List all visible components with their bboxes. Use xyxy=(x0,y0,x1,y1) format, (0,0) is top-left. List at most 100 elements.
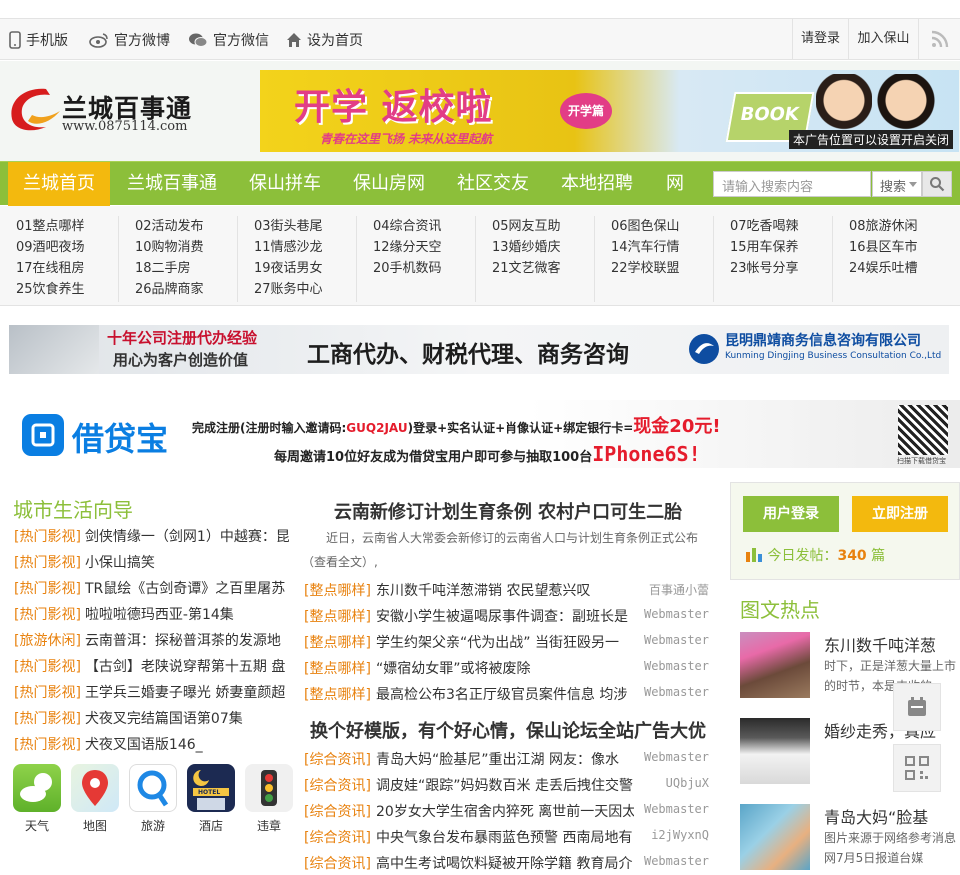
guide-list-item[interactable]: [热门影视] 犬夜叉国语版146_ xyxy=(14,734,289,754)
category-link[interactable]: 19夜话男女 xyxy=(254,258,323,279)
category-link[interactable]: 18二手房 xyxy=(135,258,191,279)
guide-tag[interactable]: [热门影视] xyxy=(14,529,81,545)
category-link[interactable]: 23帐号分享 xyxy=(730,258,799,279)
ad-toggle-note[interactable]: 本广告位置可以设置开启关闭 xyxy=(788,130,953,149)
guide-list-item[interactable]: [热门影视] 小保山搞笑 xyxy=(14,552,289,572)
news-author[interactable]: Webmaster xyxy=(644,633,709,647)
news-title[interactable]: 20岁女大学生宿舍内猝死 离世前一天因太 xyxy=(376,801,634,821)
back-to-school-ad[interactable]: 开学 返校啦 开学篇 青春在这里飞扬 未来从这里起航 BOOK 本广告位置可以设… xyxy=(260,70,959,152)
news-author[interactable]: Webmaster xyxy=(644,659,709,673)
news-author[interactable]: Webmaster xyxy=(644,750,709,764)
category-link[interactable]: 10购物消费 xyxy=(135,237,204,258)
category-link[interactable]: 27账务中心 xyxy=(254,279,323,300)
nav-more[interactable]: 网 xyxy=(655,162,695,206)
guide-list-item[interactable]: [热门影视] 啦啦啦德玛西亚-第14集 xyxy=(14,604,289,624)
news-title[interactable]: 调皮娃“跟踪”妈妈数百米 走丢后拽住交警 xyxy=(376,775,634,795)
guide-tag[interactable]: [热门影视] xyxy=(14,607,81,623)
guide-tag[interactable]: [热门影视] xyxy=(14,711,81,727)
category-link[interactable]: 25饮食养生 xyxy=(16,279,85,300)
news-tag[interactable]: [综合资讯] xyxy=(304,752,371,768)
search-type-select[interactable]: 搜索 xyxy=(872,171,922,197)
app-travel[interactable]: 旅游 xyxy=(129,764,177,834)
nav-baishitong[interactable]: 兰城百事通 xyxy=(113,162,231,206)
news-row[interactable]: [综合资讯] 中央气象台发布暴雨蓝色预警 西南局地有 i2jWyxnQ xyxy=(304,827,709,849)
news-row[interactable]: [整点哪样] 东川数千吨洋葱滞销 农民望惹兴叹 百事通小蕾 xyxy=(304,580,709,602)
category-link[interactable]: 24娱乐吐槽 xyxy=(849,258,918,279)
news-author[interactable]: 百事通小蕾 xyxy=(649,581,709,598)
site-logo[interactable]: 兰城百事通 www.0875114.com xyxy=(6,81,196,141)
jiedaibao-ad[interactable]: 借贷宝 完成注册(注册时输入邀请码:GUQ2JAU)登录+实名认证+肖像认证+绑… xyxy=(0,400,960,468)
news-author[interactable]: Webmaster xyxy=(644,607,709,621)
guide-list-item[interactable]: [热门影视] 剑侠情缘一（剑网1）中越赛：昆 xyxy=(14,526,289,546)
category-link[interactable]: 06图色保山 xyxy=(611,216,680,237)
headline-1[interactable]: 云南新修订计划生育条例 农村户口可生二胎 xyxy=(298,498,718,524)
news-tag[interactable]: [整点哪样] xyxy=(304,609,371,625)
category-link[interactable]: 01整点哪样 xyxy=(16,216,85,237)
guide-tag[interactable]: [旅游休闲] xyxy=(14,633,81,649)
app-weather[interactable]: 天气 xyxy=(13,764,61,834)
news-tag[interactable]: [整点哪样] xyxy=(304,687,371,703)
category-link[interactable]: 15用车保养 xyxy=(730,237,799,258)
guide-list-item[interactable]: [旅游休闲] 云南普洱：探秘普洱茶的发源地 xyxy=(14,630,289,650)
guide-tag[interactable]: [热门影视] xyxy=(14,737,81,753)
category-link[interactable]: 07吃香喝辣 xyxy=(730,216,799,237)
news-row[interactable]: [整点哪样] 最高检公布3名正厅级官员案件信息 均涉 Webmaster xyxy=(304,684,709,706)
guide-title[interactable]: 小保山搞笑 xyxy=(85,555,155,571)
news-title[interactable]: 学生约架父亲“代为出战” 当街狂殴另一 xyxy=(376,632,634,652)
category-link[interactable]: 09酒吧夜场 xyxy=(16,237,85,258)
join-link[interactable]: 加入保山 xyxy=(848,19,918,59)
news-tag[interactable]: [整点哪样] xyxy=(304,635,371,651)
business-consulting-ad[interactable]: 十年公司注册代办经验 用心为客户创造价值 工商代办、财税代理、商务咨询 昆明鼎靖… xyxy=(9,325,949,374)
login-link[interactable]: 请登录 xyxy=(792,19,848,59)
mobile-link[interactable]: 手机版 xyxy=(9,30,68,50)
category-link[interactable]: 12缘分天空 xyxy=(373,237,442,258)
news-title[interactable]: 青岛大妈“脸基尼”重出江湖 网友：像水 xyxy=(376,749,634,769)
category-link[interactable]: 26品牌商家 xyxy=(135,279,204,300)
news-row[interactable]: [综合资讯] 20岁女大学生宿舍内猝死 离世前一天因太 Webmaster xyxy=(304,801,709,823)
news-row[interactable]: [综合资讯] 调皮娃“跟踪”妈妈数百米 走丢后拽住交警 UQbjuX xyxy=(304,775,709,797)
category-link[interactable]: 20手机数码 xyxy=(373,258,442,279)
category-link[interactable]: 02活动发布 xyxy=(135,216,204,237)
news-title[interactable]: 最高检公布3名正厅级官员案件信息 均涉 xyxy=(376,684,634,704)
guide-title[interactable]: 啦啦啦德玛西亚-第14集 xyxy=(85,607,234,623)
app-hotel[interactable]: HOTEL 酒店 xyxy=(187,764,235,834)
news-row[interactable]: [整点哪样] 学生约架父亲“代为出战” 当街狂殴另一 Webmaster xyxy=(304,632,709,654)
weibo-link[interactable]: 官方微博 xyxy=(89,30,170,50)
news-title[interactable]: 安徽小学生被逼喝尿事件调查：副班长是 xyxy=(376,606,634,626)
guide-title[interactable]: 剑侠情缘一（剑网1）中越赛：昆 xyxy=(85,529,289,545)
guide-list-item[interactable]: [热门影视] 犬夜叉完结篇国语第07集 xyxy=(14,708,289,728)
weixin-link[interactable]: 官方微信 xyxy=(188,30,269,50)
guide-tag[interactable]: [热门影视] xyxy=(14,555,81,571)
news-tag[interactable]: [整点哪样] xyxy=(304,583,371,599)
news-author[interactable]: Webmaster xyxy=(644,854,709,868)
news-author[interactable]: Webmaster xyxy=(644,685,709,699)
rss-link[interactable] xyxy=(918,19,960,59)
guide-title[interactable]: 犬夜叉国语版146_ xyxy=(85,737,203,753)
guide-tag[interactable]: [热门影视] xyxy=(14,581,81,597)
news-row[interactable]: [整点哪样] 安徽小学生被逼喝尿事件调查：副班长是 Webmaster xyxy=(304,606,709,628)
guide-tag[interactable]: [热门影视] xyxy=(14,659,81,675)
news-title[interactable]: 中央气象台发布暴雨蓝色预警 西南局地有 xyxy=(376,827,634,847)
category-link[interactable]: 04综合资讯 xyxy=(373,216,442,237)
user-login-button[interactable]: 用户登录 xyxy=(743,496,839,532)
news-row[interactable]: [整点哪样] “嫖宿幼女罪”或将被废除 Webmaster xyxy=(304,658,709,680)
guide-title[interactable]: 王学兵三婚妻子曝光 娇妻童颜超 xyxy=(85,685,285,701)
category-link[interactable]: 13婚纱婚庆 xyxy=(492,237,561,258)
guide-title[interactable]: 【古剑】老陕说穿帮第十五期 盘 xyxy=(85,659,285,675)
guide-list-item[interactable]: [热门影视] 王学兵三婚妻子曝光 娇妻童颜超 xyxy=(14,682,289,702)
search-button[interactable] xyxy=(922,171,952,197)
nav-jobs[interactable]: 本地招聘 xyxy=(549,162,645,206)
nav-home[interactable]: 兰城首页 xyxy=(8,162,110,206)
nav-carpool[interactable]: 保山拼车 xyxy=(237,162,333,206)
category-link[interactable]: 17在线租房 xyxy=(16,258,85,279)
app-map[interactable]: 地图 xyxy=(71,764,119,834)
headline-2[interactable]: 换个好模版，有个好心情，保山论坛全站广告大优 xyxy=(298,717,718,743)
news-row[interactable]: [综合资讯] 青岛大妈“脸基尼”重出江湖 网友：像水 Webmaster xyxy=(304,749,709,771)
floating-calendar-button[interactable] xyxy=(893,683,941,731)
set-homepage-link[interactable]: 设为首页 xyxy=(286,30,363,50)
news-title[interactable]: 高中生考试喝饮料疑被开除学籍 教育局介 xyxy=(376,853,634,873)
nav-social[interactable]: 社区交友 xyxy=(445,162,541,206)
search-input[interactable]: 请输入搜索内容 xyxy=(713,171,871,197)
news-author[interactable]: UQbjuX xyxy=(666,776,709,790)
news-tag[interactable]: [综合资讯] xyxy=(304,856,371,872)
